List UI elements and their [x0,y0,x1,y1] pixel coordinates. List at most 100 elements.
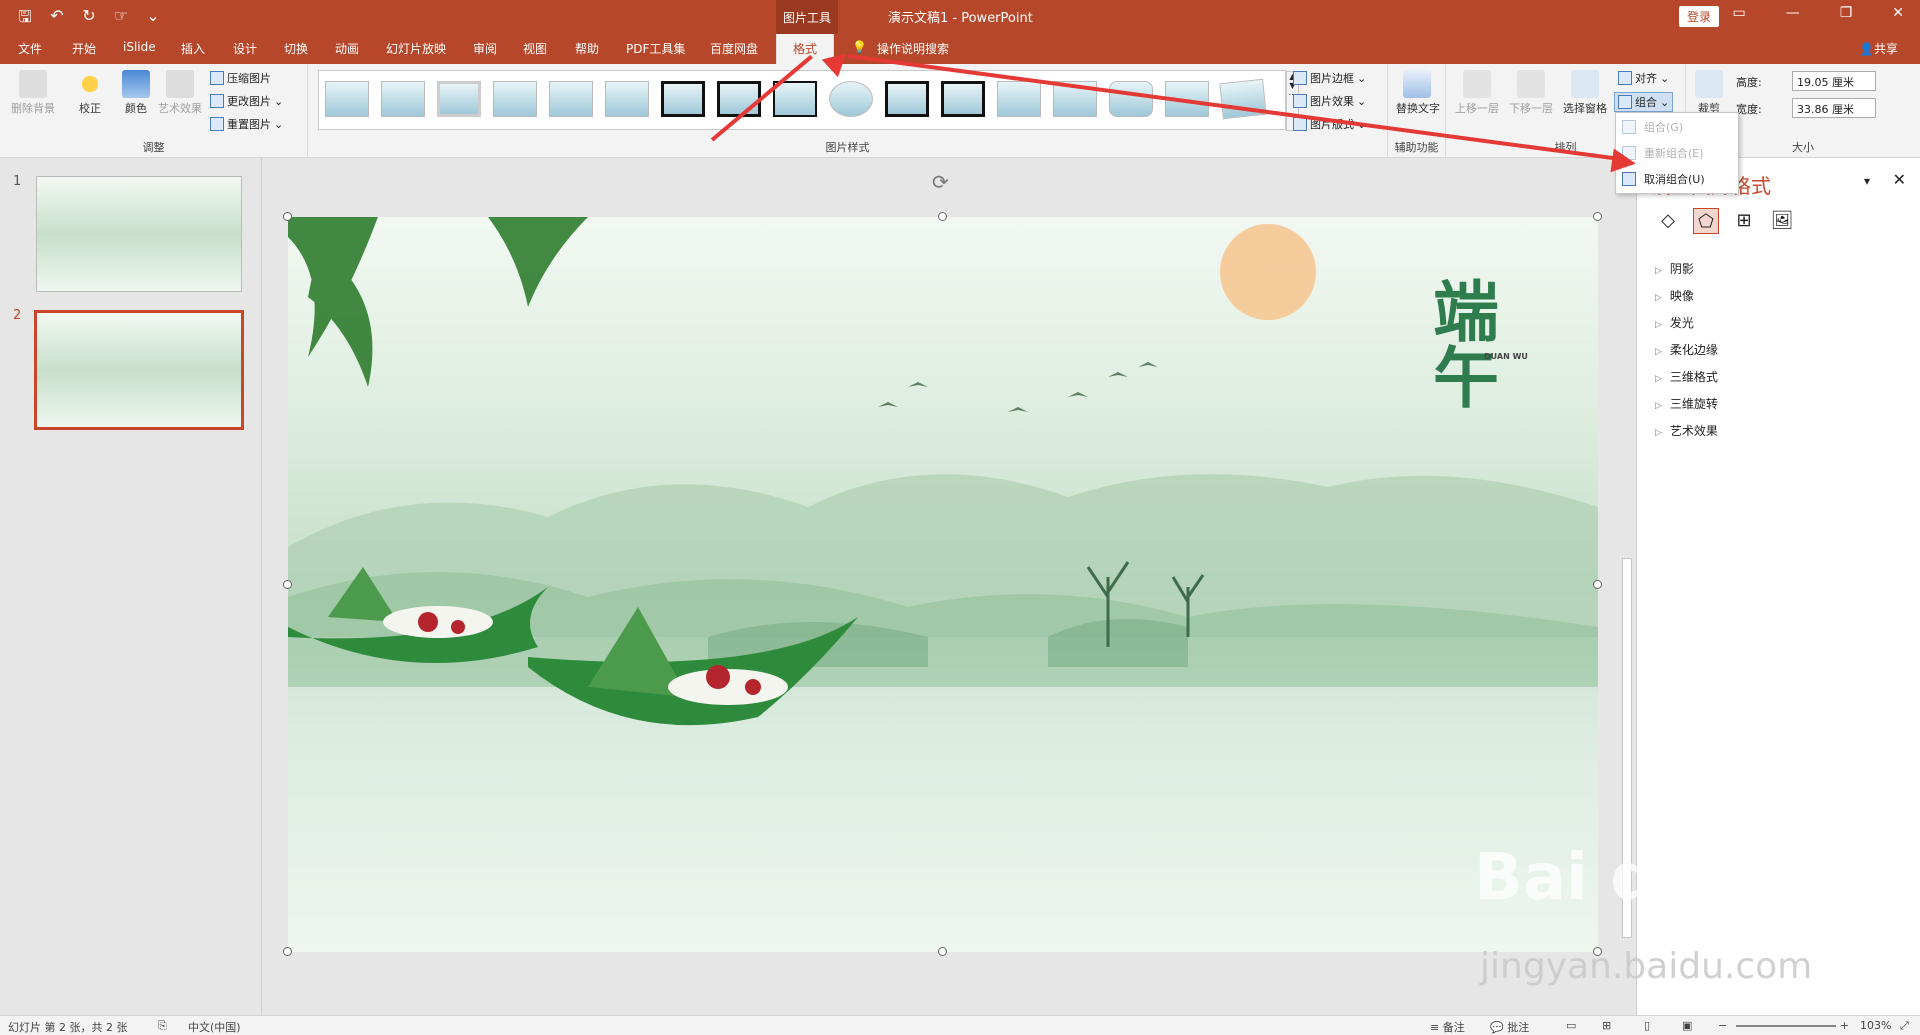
format-item-shadow[interactable]: ▷ 阴影 [1655,260,1694,277]
reset-picture-button[interactable]: 重置图片 ⌄ [210,116,283,132]
slide-thumb-2[interactable] [34,310,244,430]
minimize-icon[interactable]: — [1786,5,1800,21]
width-field[interactable]: 33.86 厘米 [1792,98,1876,118]
undo-icon[interactable]: ↶ [46,6,68,33]
tab-transitions[interactable]: 切换 [284,40,308,57]
fill-line-icon[interactable]: ◇ [1655,208,1681,234]
resize-handle[interactable] [1593,212,1602,221]
size-properties-icon[interactable]: ⊞ [1731,208,1757,234]
zoom-in-icon[interactable]: + [1840,1019,1849,1032]
close-icon[interactable]: ✕ [1892,5,1904,21]
comments-button[interactable]: 💬 批注 [1490,1019,1529,1035]
color-button[interactable]: 颜色 [114,70,158,116]
style-thumb[interactable] [549,81,593,117]
spellcheck-icon[interactable]: ⎘ [158,1019,167,1033]
style-thumb[interactable] [717,81,761,117]
effects-icon[interactable]: ⬠ [1693,208,1719,234]
picture-border-button[interactable]: 图片边框 ⌄ [1293,70,1366,86]
zoom-level[interactable]: 103% [1860,1019,1891,1032]
tab-islide[interactable]: iSlide [123,40,156,54]
style-thumb[interactable] [437,81,481,117]
tab-slideshow[interactable]: 幻灯片放映 [386,40,446,57]
format-item-reflection[interactable]: ▷ 映像 [1655,287,1694,304]
picture-effects-button[interactable]: 图片效果 ⌄ [1293,93,1366,109]
slide-sorter-icon[interactable]: ⊞ [1602,1019,1611,1032]
notes-button[interactable]: ≡ 备注 [1430,1019,1465,1035]
login-button[interactable]: 登录 [1679,6,1720,27]
style-thumb[interactable] [829,81,873,117]
share-button[interactable]: 👤共享 [1859,40,1898,57]
tab-animations[interactable]: 动画 [335,40,359,57]
style-thumb[interactable] [1109,81,1153,117]
format-item-glow[interactable]: ▷ 发光 [1655,314,1694,331]
tab-home[interactable]: 开始 [72,40,96,57]
format-item-3d-format[interactable]: ▷ 三维格式 [1655,368,1718,385]
remove-background-button[interactable]: 删除背景 [8,70,58,116]
tab-baidu-netdisk[interactable]: 百度网盘 [710,40,758,57]
align-icon [1618,71,1632,85]
tab-insert[interactable]: 插入 [181,40,205,57]
crop-button[interactable]: 裁剪 [1694,70,1724,116]
artistic-effects-button[interactable]: 艺术效果 [156,70,204,116]
menu-item-group[interactable]: 组合(G) [1622,119,1683,135]
group-button[interactable]: 组合 ⌄ [1614,92,1674,112]
tab-pdf-tools[interactable]: PDF工具集 [626,40,685,57]
resize-handle[interactable] [938,212,947,221]
tab-view[interactable]: 视图 [523,40,547,57]
style-thumb[interactable] [493,81,537,117]
resize-handle[interactable] [283,947,292,956]
style-thumb[interactable] [325,81,369,117]
selection-pane-button[interactable]: 选择窗格 [1560,70,1610,116]
style-thumb[interactable] [1219,78,1267,120]
tab-design[interactable]: 设计 [233,40,257,57]
style-thumb[interactable] [941,81,985,117]
redo-icon[interactable]: ↻ [78,6,100,33]
style-thumb[interactable] [885,81,929,117]
picture-icon[interactable]: 🖼 [1769,208,1795,234]
reading-view-icon[interactable]: ▯ [1644,1019,1650,1032]
language-indicator[interactable]: 中文(中国) [188,1019,241,1035]
format-item-soft-edges[interactable]: ▷ 柔化边缘 [1655,341,1718,358]
tab-file[interactable]: 文件 [18,40,42,57]
align-button[interactable]: 对齐 ⌄ [1618,70,1669,86]
touch-mode-icon[interactable]: ☞ [110,6,132,33]
corrections-button[interactable]: 校正 [68,70,112,116]
fit-slide-icon[interactable]: ⤢ [1900,1019,1909,1033]
zoom-out-icon[interactable]: − [1718,1019,1727,1032]
resize-handle[interactable] [1593,580,1602,589]
alt-text-button[interactable]: 替换文字 [1396,70,1440,116]
slide-canvas[interactable]: 端午 DUAN WU [288,217,1598,952]
style-thumb[interactable] [661,81,705,117]
rotate-handle-icon[interactable]: ⟳ [932,170,949,194]
style-thumb[interactable] [381,81,425,117]
style-thumb[interactable] [605,81,649,117]
normal-view-icon[interactable]: ▭ [1566,1019,1576,1032]
save-icon[interactable]: 🖫 [14,6,36,33]
chevron-down-icon: ⌄ [274,94,284,108]
zoom-slider[interactable] [1736,1025,1836,1027]
resize-handle[interactable] [283,212,292,221]
send-backward-button[interactable]: 下移一层 [1506,70,1556,116]
expand-icon: ▷ [1655,320,1662,330]
ribbon-display-icon[interactable]: ▭ [1732,5,1745,21]
style-thumb[interactable] [773,81,817,117]
resize-handle[interactable] [283,580,292,589]
height-field[interactable]: 19.05 厘米 [1792,71,1876,91]
style-thumb[interactable] [997,81,1041,117]
customize-icon[interactable]: ⌄ [142,6,164,33]
close-icon[interactable]: ✕ [1893,170,1906,189]
slideshow-icon[interactable]: ▣ [1682,1019,1692,1032]
resize-handle[interactable] [938,947,947,956]
chevron-down-icon[interactable]: ▾ [1864,174,1870,188]
slide-thumb-1[interactable] [36,176,242,292]
tab-help[interactable]: 帮助 [575,40,599,57]
tell-me-search[interactable]: 操作说明搜索 [877,40,949,57]
bring-forward-button[interactable]: 上移一层 [1452,70,1502,116]
change-picture-button[interactable]: 更改图片 ⌄ [210,93,283,109]
compress-pictures-button[interactable]: 压缩图片 [210,70,271,86]
maximize-icon[interactable]: ❐ [1840,5,1853,21]
format-item-3d-rotation[interactable]: ▷ 三维旋转 [1655,395,1718,412]
tab-review[interactable]: 审阅 [473,40,497,57]
send-backward-icon [1517,70,1545,98]
format-item-artistic-effects[interactable]: ▷ 艺术效果 [1655,422,1718,439]
